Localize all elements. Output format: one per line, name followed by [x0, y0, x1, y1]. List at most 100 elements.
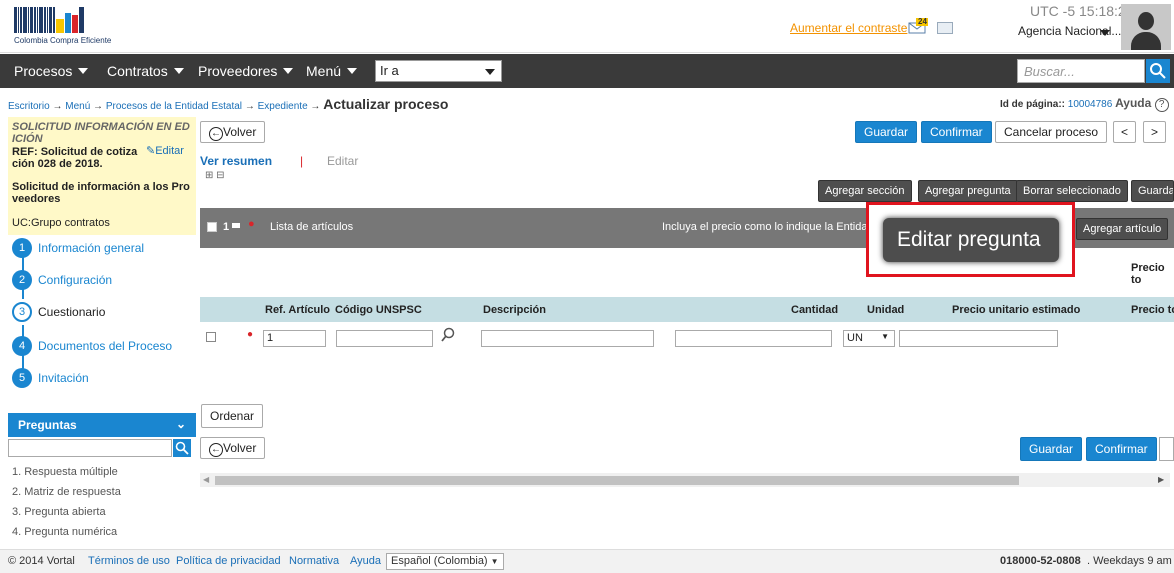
collapse-icon[interactable]	[232, 223, 240, 228]
search-input[interactable]: Buscar...	[1017, 59, 1145, 83]
contrast-link[interactable]: Aumentar el contraste	[790, 21, 907, 35]
language-value: Español (Colombia)	[391, 555, 488, 567]
documents-icon[interactable]	[937, 22, 953, 34]
search-button[interactable]	[1146, 59, 1170, 83]
section-checkbox[interactable]	[207, 222, 217, 232]
add-article-button[interactable]: Agregar artículo	[1076, 218, 1169, 240]
step-invitation[interactable]: 5 Invitación	[12, 365, 196, 391]
prev-button[interactable]: <	[1113, 121, 1137, 143]
breadcrumb-procesos[interactable]: Procesos de la Entidad Estatal	[106, 101, 242, 112]
confirm-button[interactable]: Confirmar	[921, 121, 992, 143]
col-unit-price: Precio unitario estimado	[952, 304, 1081, 316]
step-process-documents[interactable]: 4 Documentos del Proceso	[12, 333, 196, 359]
add-question-button[interactable]: Agregar pregunta	[918, 180, 1018, 202]
section-number: 1	[223, 221, 230, 233]
unit-value: UN	[847, 332, 863, 344]
nav-contratos[interactable]: Contratos	[107, 63, 184, 79]
breadcrumb-expediente[interactable]: Expediente	[258, 101, 308, 112]
nav-label: Contratos	[107, 63, 168, 79]
arrow-right-icon: →	[52, 101, 66, 112]
question-type-open[interactable]: 3. Pregunta abierta	[12, 506, 106, 518]
chevron-down-icon	[485, 69, 495, 75]
bottom-save-button[interactable]: Guardar	[1020, 437, 1083, 461]
step-number: 5	[12, 368, 32, 388]
breadcrumb-escritorio[interactable]: Escritorio	[8, 101, 50, 112]
message-count-badge: 24	[918, 17, 927, 26]
back-arrow-icon: ←	[209, 127, 223, 141]
pencil-icon: ✎	[146, 145, 156, 157]
footer-link-normativa[interactable]: Normativa	[289, 555, 339, 567]
messages-icon[interactable]: 24	[908, 17, 928, 34]
arrow-right-icon: →	[310, 101, 324, 112]
edit-reference-link[interactable]: ✎Editar	[146, 144, 184, 157]
edit-question-button[interactable]: Editar pregunta	[883, 218, 1059, 262]
question-type-numeric[interactable]: 4. Pregunta numérica	[12, 526, 117, 538]
process-status: SOLICITUD INFORMACIÓN EN ED ICIÓN	[12, 121, 190, 145]
row-checkbox[interactable]	[206, 332, 216, 342]
save-button[interactable]: Guardar	[855, 121, 918, 143]
edit-question-callout: Editar pregunta	[866, 202, 1075, 277]
col-ref: Ref. Artículo	[265, 304, 330, 316]
footer-link-help[interactable]: Ayuda	[350, 555, 381, 567]
nav-menu[interactable]: Menú	[306, 63, 358, 79]
edit-label: Editar	[155, 145, 184, 157]
bottom-cancel-button-partial[interactable]	[1159, 437, 1174, 461]
back-button[interactable]: ← Volver	[200, 121, 266, 143]
col-total-price: Precio to	[1131, 304, 1174, 316]
goto-select[interactable]: Ir a	[375, 60, 502, 82]
language-select[interactable]: Español (Colombia) ▼	[386, 553, 504, 570]
add-section-button[interactable]: Agregar sección	[818, 180, 912, 202]
cancel-process-button[interactable]: Cancelar proceso	[995, 121, 1108, 143]
section-title: Lista de artículos	[270, 221, 354, 233]
scrollbar-thumb[interactable]	[215, 476, 1019, 485]
logo-bars	[14, 7, 124, 33]
top-bar: Colombia Compra Eficiente Aumentar el co…	[0, 0, 1174, 53]
breadcrumb-menu[interactable]: Menú	[65, 101, 90, 112]
bottom-back-button[interactable]: ← Volver	[200, 437, 266, 459]
page-title: Actualizar proceso	[323, 96, 449, 112]
ref-article-input[interactable]: 1	[263, 330, 326, 347]
footer: © 2014 Vortal Términos de uso Política d…	[0, 549, 1174, 573]
search-icon	[175, 441, 189, 455]
unit-price-input[interactable]	[899, 330, 1058, 347]
unit-select[interactable]: UN ▼	[843, 330, 895, 347]
copyright: © 2014 Vortal	[8, 555, 75, 567]
delete-selected-button[interactable]: Borrar seleccionado	[1016, 180, 1128, 202]
nav-label: Procesos	[14, 63, 73, 79]
search-icon[interactable]	[440, 327, 456, 346]
question-type-matrix[interactable]: 2. Matriz de respuesta	[12, 486, 121, 498]
chevron-down-icon: ▼	[490, 557, 499, 566]
expand-collapse-icon[interactable]: ⊞ ⊟	[205, 170, 225, 181]
questions-panel-header[interactable]: Preguntas ⌄	[8, 413, 196, 437]
step-configuration[interactable]: 2 Configuración	[12, 267, 196, 293]
bottom-confirm-button[interactable]: Confirmar	[1086, 437, 1157, 461]
unspsc-input[interactable]	[336, 330, 433, 347]
questions-search-button[interactable]	[173, 439, 191, 457]
nav-procesos[interactable]: Procesos	[14, 63, 89, 79]
order-button[interactable]: Ordenar	[201, 404, 264, 428]
questions-search-input[interactable]	[8, 439, 172, 457]
colombia-compra-logo[interactable]: Colombia Compra Eficiente	[14, 7, 124, 47]
chevron-down-icon[interactable]	[1100, 30, 1110, 36]
footer-link-privacy[interactable]: Política de privacidad	[176, 555, 281, 567]
step-label: Cuestionario	[38, 305, 106, 319]
help-link[interactable]: Ayuda ?	[1115, 96, 1169, 112]
save-partial-button[interactable]: Guarda	[1131, 180, 1174, 202]
help-label: Ayuda	[1115, 96, 1152, 110]
tab-edit[interactable]: Editar	[327, 154, 358, 168]
tab-summary[interactable]: Ver resumen	[200, 154, 272, 168]
table-header: Ref. Artículo Código UNSPSC Descripción …	[200, 297, 1174, 322]
nav-proveedores[interactable]: Proveedores	[198, 63, 294, 79]
scroll-left-icon[interactable]: ◀	[203, 475, 209, 484]
quantity-input[interactable]	[675, 330, 832, 347]
page-id-info: Id de página:: 10004786 Ayuda ?	[1000, 96, 1169, 112]
next-button[interactable]: >	[1143, 121, 1167, 143]
scroll-right-icon[interactable]: ▶	[1158, 475, 1164, 484]
question-type-multiple[interactable]: 1. Respuesta múltiple	[12, 466, 118, 478]
step-general-info[interactable]: 1 Información general	[12, 235, 196, 261]
horizontal-scrollbar[interactable]: ◀ ▶	[200, 473, 1170, 487]
user-avatar[interactable]	[1121, 4, 1171, 50]
step-questionnaire[interactable]: 3 Cuestionario	[12, 299, 196, 325]
footer-link-terms[interactable]: Términos de uso	[88, 555, 170, 567]
description-input[interactable]	[481, 330, 654, 347]
